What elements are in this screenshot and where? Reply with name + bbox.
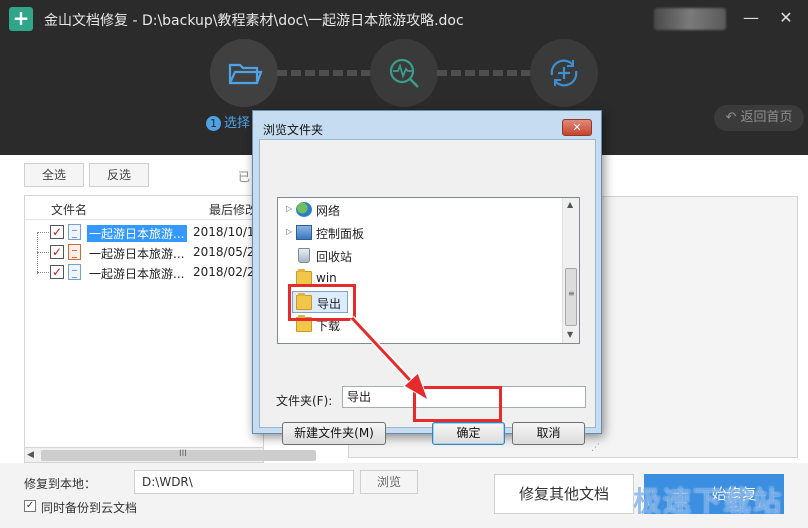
annotation-arrow-icon [349,315,429,402]
